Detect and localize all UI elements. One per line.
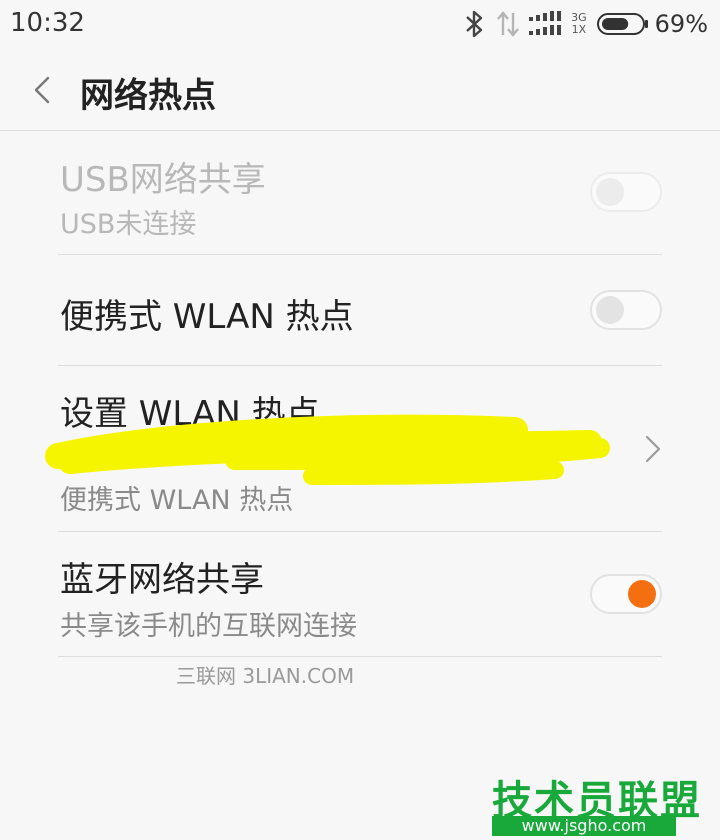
row-setup-hotspot[interactable]: 设置 WLAN 热点 便携式 WLAN 热点 [58,366,662,532]
row-portable-hotspot[interactable]: 便携式 WLAN 热点 [58,255,662,366]
signal-icon [529,11,567,37]
toggle-knob [628,580,656,608]
usb-tethering-toggle[interactable] [590,172,662,212]
bluetooth-icon [466,10,483,38]
page-title: 网络热点 [80,76,216,116]
status-icons: 3G 1X 69% [461,8,708,40]
network-type-bottom: 1X [571,23,587,36]
portable-hotspot-title: 便携式 WLAN 热点 [60,297,354,337]
bluetooth-tethering-toggle[interactable] [590,574,662,614]
setup-hotspot-subtitle: 便携式 WLAN 热点 [60,485,294,516]
app-header: 网络热点 [0,50,720,131]
status-bar: 10:32 3G 1X 69% [0,0,720,50]
data-transfer-icon [497,11,520,37]
status-time: 10:32 [10,8,85,38]
bluetooth-tethering-subtitle: 共享该手机的互联网连接 [60,611,357,642]
setup-hotspot-title: 设置 WLAN 热点 [60,394,320,434]
watermark-jsgho-url: www.jsgho.com [492,816,676,836]
chevron-right-icon [645,435,661,463]
row-usb-tethering: USB网络共享 USB未连接 [58,140,662,255]
portable-hotspot-toggle[interactable] [590,290,662,330]
usb-tethering-title: USB网络共享 [60,160,266,200]
toggle-knob [596,178,624,206]
back-icon[interactable] [30,72,54,108]
watermark-3lian: 三联网 3LIAN.COM [176,664,355,688]
toggle-knob [596,296,624,324]
battery-percent: 69% [654,10,708,38]
row-bluetooth-tethering[interactable]: 蓝牙网络共享 共享该手机的互联网连接 [58,532,662,657]
battery-icon [596,13,648,35]
usb-tethering-subtitle: USB未连接 [60,209,197,240]
network-type: 3G 1X [571,12,587,36]
bluetooth-tethering-title: 蓝牙网络共享 [60,560,264,600]
